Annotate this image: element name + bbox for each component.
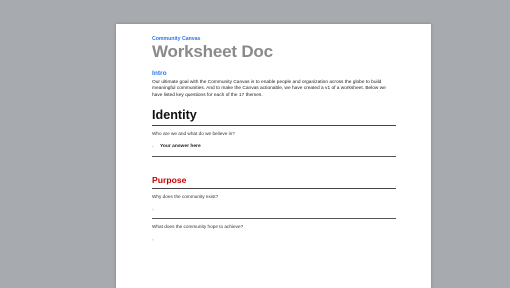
answer-field[interactable]: › Your answer here xyxy=(152,143,396,150)
answer-text[interactable]: Your answer here xyxy=(160,144,201,150)
section-title-purpose: Purpose xyxy=(152,175,187,186)
intro-heading: Intro xyxy=(152,70,167,77)
question-label: What does the community hope to achieve? xyxy=(152,224,244,230)
document-title: Worksheet Doc xyxy=(152,42,273,61)
section-divider xyxy=(152,125,396,127)
section-title-identity: Identity xyxy=(152,108,197,123)
bullet-icon: › xyxy=(152,143,154,149)
question-label: Who are we and what do we believe in? xyxy=(152,131,235,137)
answer-field[interactable]: › xyxy=(152,206,396,213)
answer-field[interactable]: › xyxy=(152,236,396,243)
answer-divider xyxy=(152,218,396,220)
document-content: Community Canvas Worksheet Doc Intro Our… xyxy=(152,36,396,243)
bullet-icon: › xyxy=(152,236,154,242)
section-divider xyxy=(152,188,396,190)
intro-paragraph: Our ultimate goal with the Community Can… xyxy=(152,80,386,98)
question-label: Why does the community exist? xyxy=(152,194,219,200)
bullet-icon: › xyxy=(152,206,154,212)
answer-divider xyxy=(152,156,396,158)
viewer-background: Community Canvas Worksheet Doc Intro Our… xyxy=(0,0,510,288)
document-page: Community Canvas Worksheet Doc Intro Our… xyxy=(116,24,431,288)
